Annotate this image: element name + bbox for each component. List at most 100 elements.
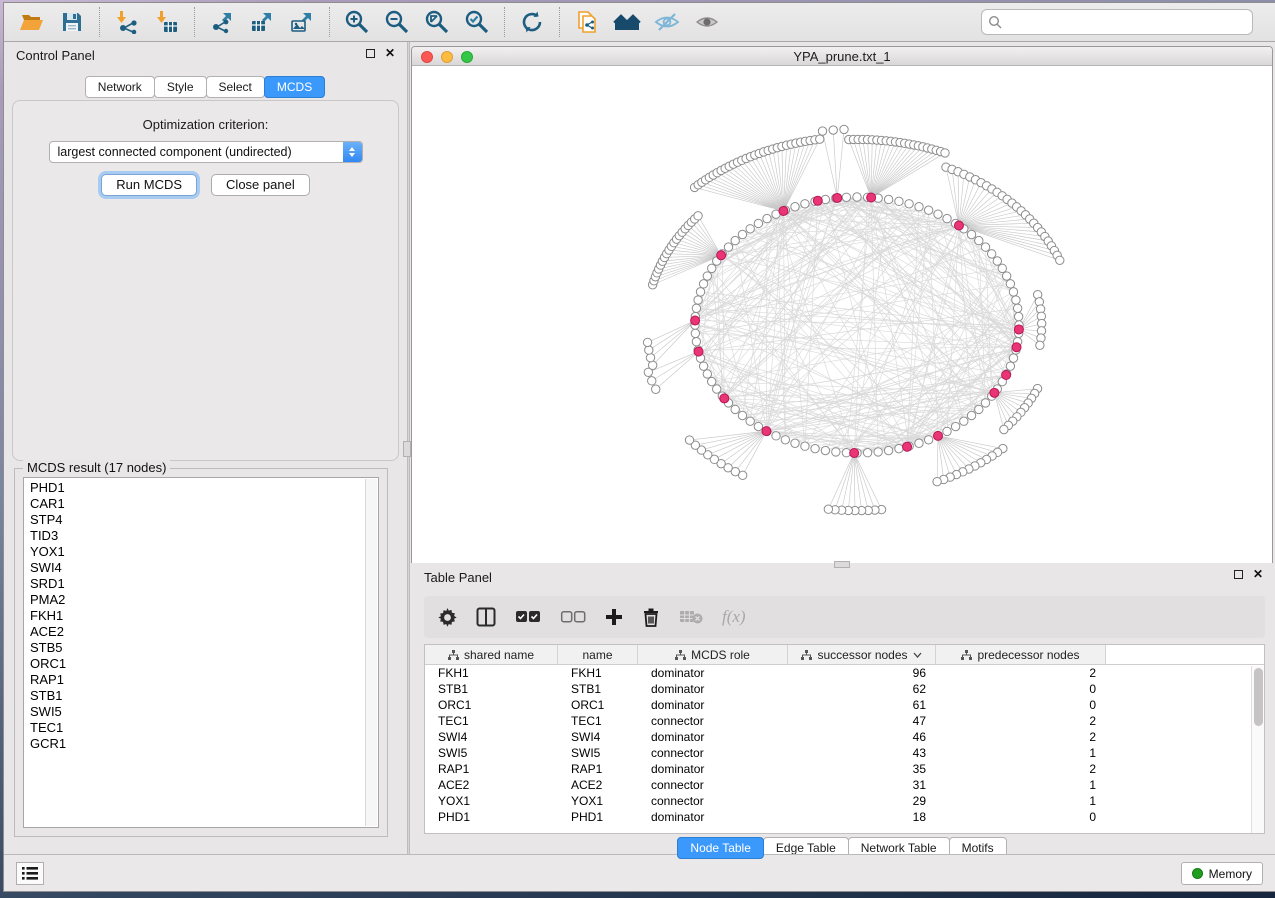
export-network-icon[interactable]: [202, 6, 242, 38]
table-scrollbar-thumb[interactable]: [1254, 668, 1263, 726]
deselect-all-icon[interactable]: [560, 610, 586, 624]
list-icon: [22, 867, 38, 880]
mcds-result-title: MCDS result (17 nodes): [23, 460, 170, 475]
column-header-name[interactable]: name: [558, 645, 638, 664]
node-table-body: FKH1FKH1dominator962STB1STB1dominator620…: [425, 665, 1264, 825]
table-cell: 35: [788, 762, 936, 776]
toolbar-separator: [194, 7, 195, 37]
table-cell: FKH1: [425, 666, 558, 680]
tab-select[interactable]: Select: [206, 76, 265, 98]
criterion-dropdown[interactable]: largest connected component (undirected): [49, 141, 363, 163]
column-header-successor-nodes[interactable]: successor nodes: [788, 645, 936, 664]
table-cell: ACE2: [558, 778, 638, 792]
zoom-out-icon[interactable]: [377, 6, 417, 38]
minimize-window-icon[interactable]: [441, 51, 453, 63]
mcds-result-item[interactable]: FKH1: [30, 608, 362, 624]
panel-divider-handle[interactable]: [403, 441, 411, 457]
table-cell: STB1: [558, 682, 638, 696]
tab-node-table[interactable]: Node Table: [677, 837, 764, 859]
mcds-result-item[interactable]: CAR1: [30, 496, 362, 512]
close-panel-icon[interactable]: ✕: [385, 48, 395, 58]
toolbar-separator: [329, 7, 330, 37]
mcds-result-item[interactable]: TID3: [30, 528, 362, 544]
mcds-result-item[interactable]: PMA2: [30, 592, 362, 608]
mcds-result-item[interactable]: STB5: [30, 640, 362, 656]
open-file-icon[interactable]: [12, 6, 52, 38]
close-panel-button[interactable]: Close panel: [211, 174, 310, 196]
close-table-panel-icon[interactable]: ✕: [1253, 569, 1263, 579]
search-input[interactable]: [981, 9, 1253, 35]
mcds-result-item[interactable]: RAP1: [30, 672, 362, 688]
table-cell: 46: [788, 730, 936, 744]
table-cell: 1: [936, 794, 1106, 808]
float-panel-icon[interactable]: [366, 49, 375, 58]
memory-button[interactable]: Memory: [1181, 862, 1263, 885]
show-all-icon[interactable]: [687, 6, 727, 38]
mcds-result-item[interactable]: STB1: [30, 688, 362, 704]
table-panel: Table Panel ✕: [410, 563, 1275, 854]
select-all-icon[interactable]: [515, 610, 541, 624]
export-image-icon[interactable]: [282, 6, 322, 38]
network-window-titlebar[interactable]: YPA_prune.txt_1: [412, 47, 1272, 66]
copy-network-icon[interactable]: [567, 6, 607, 38]
optimization-criterion-label: Optimization criterion:: [13, 117, 398, 132]
column-header-predecessor-nodes[interactable]: predecessor nodes: [936, 645, 1106, 664]
mcds-result-item[interactable]: SWI4: [30, 560, 362, 576]
table-scrollbar[interactable]: [1251, 666, 1264, 833]
mcds-result-item[interactable]: GCR1: [30, 736, 362, 752]
table-row[interactable]: STB1STB1dominator620: [425, 681, 1264, 697]
mcds-result-item[interactable]: ORC1: [30, 656, 362, 672]
import-network-icon[interactable]: [107, 6, 147, 38]
table-cell: 2: [936, 666, 1106, 680]
network-window-title: YPA_prune.txt_1: [793, 49, 890, 64]
save-icon[interactable]: [52, 6, 92, 38]
table-row[interactable]: SWI5SWI5connector431: [425, 745, 1264, 761]
column-header-MCDS-role[interactable]: MCDS role: [638, 645, 788, 664]
task-history-button[interactable]: [16, 862, 44, 885]
first-neighbors-icon[interactable]: [607, 6, 647, 38]
zoom-fit-icon[interactable]: [417, 6, 457, 38]
table-row[interactable]: YOX1YOX1connector291: [425, 793, 1264, 809]
mcds-result-item[interactable]: STP4: [30, 512, 362, 528]
tab-style[interactable]: Style: [154, 76, 207, 98]
table-row[interactable]: TEC1TEC1connector472: [425, 713, 1264, 729]
mcds-list-scrollbar[interactable]: [365, 479, 377, 826]
hide-selected-icon[interactable]: [647, 6, 687, 38]
mcds-result-item[interactable]: SRD1: [30, 576, 362, 592]
mcds-result-listbox: PHD1CAR1STP4TID3YOX1SWI4SRD1PMA2FKH1ACE2…: [23, 477, 379, 828]
table-row[interactable]: PHD1PHD1dominator180: [425, 809, 1264, 825]
export-table-icon[interactable]: [242, 6, 282, 38]
table-row[interactable]: ACE2ACE2connector311: [425, 777, 1264, 793]
mcds-result-item[interactable]: TEC1: [30, 720, 362, 736]
table-row[interactable]: ORC1ORC1dominator610: [425, 697, 1264, 713]
run-mcds-button[interactable]: Run MCDS: [101, 174, 197, 196]
table-cell: SWI5: [425, 746, 558, 760]
table-options-gear-icon[interactable]: [438, 608, 457, 627]
column-header-shared-name[interactable]: shared name: [425, 645, 558, 664]
mcds-result-item[interactable]: YOX1: [30, 544, 362, 560]
table-cell: 62: [788, 682, 936, 696]
zoom-selected-icon[interactable]: [457, 6, 497, 38]
zoom-in-icon[interactable]: [337, 6, 377, 38]
table-cell: 43: [788, 746, 936, 760]
table-row[interactable]: FKH1FKH1dominator962: [425, 665, 1264, 681]
float-table-panel-icon[interactable]: [1234, 570, 1243, 579]
table-row[interactable]: SWI4SWI4dominator462: [425, 729, 1264, 745]
close-window-icon[interactable]: [421, 51, 433, 63]
maximize-window-icon[interactable]: [461, 51, 473, 63]
add-column-icon[interactable]: [605, 608, 623, 626]
tab-network[interactable]: Network: [85, 76, 155, 98]
apply-function-icon: f(x): [722, 607, 746, 627]
refresh-view-icon[interactable]: [512, 6, 552, 38]
horizontal-splitter-handle[interactable]: [834, 561, 850, 568]
table-cell: YOX1: [425, 794, 558, 808]
delete-column-icon[interactable]: [642, 607, 660, 627]
mcds-result-item[interactable]: ACE2: [30, 624, 362, 640]
network-canvas[interactable]: [412, 66, 1272, 563]
table-row[interactable]: RAP1RAP1dominator352: [425, 761, 1264, 777]
mcds-result-item[interactable]: PHD1: [30, 480, 362, 496]
show-column-panel-icon[interactable]: [476, 607, 496, 627]
import-table-icon[interactable]: [147, 6, 187, 38]
tab-mcds[interactable]: MCDS: [264, 76, 325, 98]
mcds-result-item[interactable]: SWI5: [30, 704, 362, 720]
